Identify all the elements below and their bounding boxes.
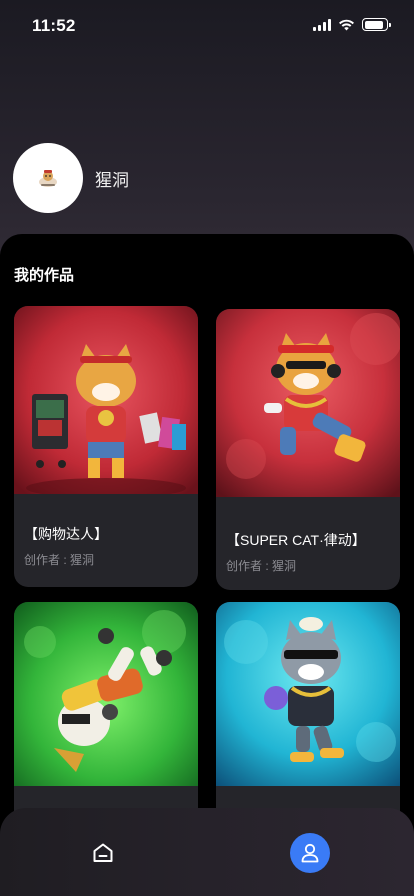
section-title: 我的作品 [14, 267, 75, 284]
status-icons [313, 18, 391, 31]
avatar[interactable] [13, 143, 83, 213]
work-thumbnail [14, 306, 198, 494]
user-icon [301, 843, 319, 863]
work-card[interactable]: 【SUPER CAT·律动】 创作者 : 猩洞 [216, 309, 400, 590]
works-panel: 我的作品 【购物达人】 创作者: 猩洞 【SUPER CAT·律动】 创作者 … [0, 234, 414, 896]
work-author: 创作者 : 猩洞 [226, 559, 297, 573]
status-bar: 11:52 [0, 0, 414, 50]
work-card[interactable]: 【购物达人】 创作者 : 猩洞 [14, 306, 198, 587]
work-thumbnail [14, 602, 198, 786]
cellular-signal-icon [313, 18, 331, 31]
app-screen: 11:52 猩洞 我的作品 【购物达人】 创作者: 猩洞 【SUPER CAT… [0, 0, 414, 896]
work-title: 【购物达人】 [24, 526, 108, 542]
tab-home[interactable] [84, 834, 122, 872]
tab-profile[interactable] [290, 833, 330, 873]
work-author: 创作者 : 猩洞 [24, 553, 95, 567]
status-time: 11:52 [32, 16, 76, 35]
work-thumbnail [216, 309, 400, 497]
username: 猩洞 [95, 170, 129, 190]
wifi-icon [339, 19, 354, 30]
tab-bar [0, 808, 414, 896]
work-thumbnail [216, 602, 400, 786]
battery-icon [362, 18, 391, 31]
home-icon [93, 843, 113, 862]
work-title: 【SUPER CAT·律动】 [226, 532, 366, 548]
profile-header: 猩洞 [13, 143, 129, 213]
cat-avatar-icon [39, 170, 57, 187]
